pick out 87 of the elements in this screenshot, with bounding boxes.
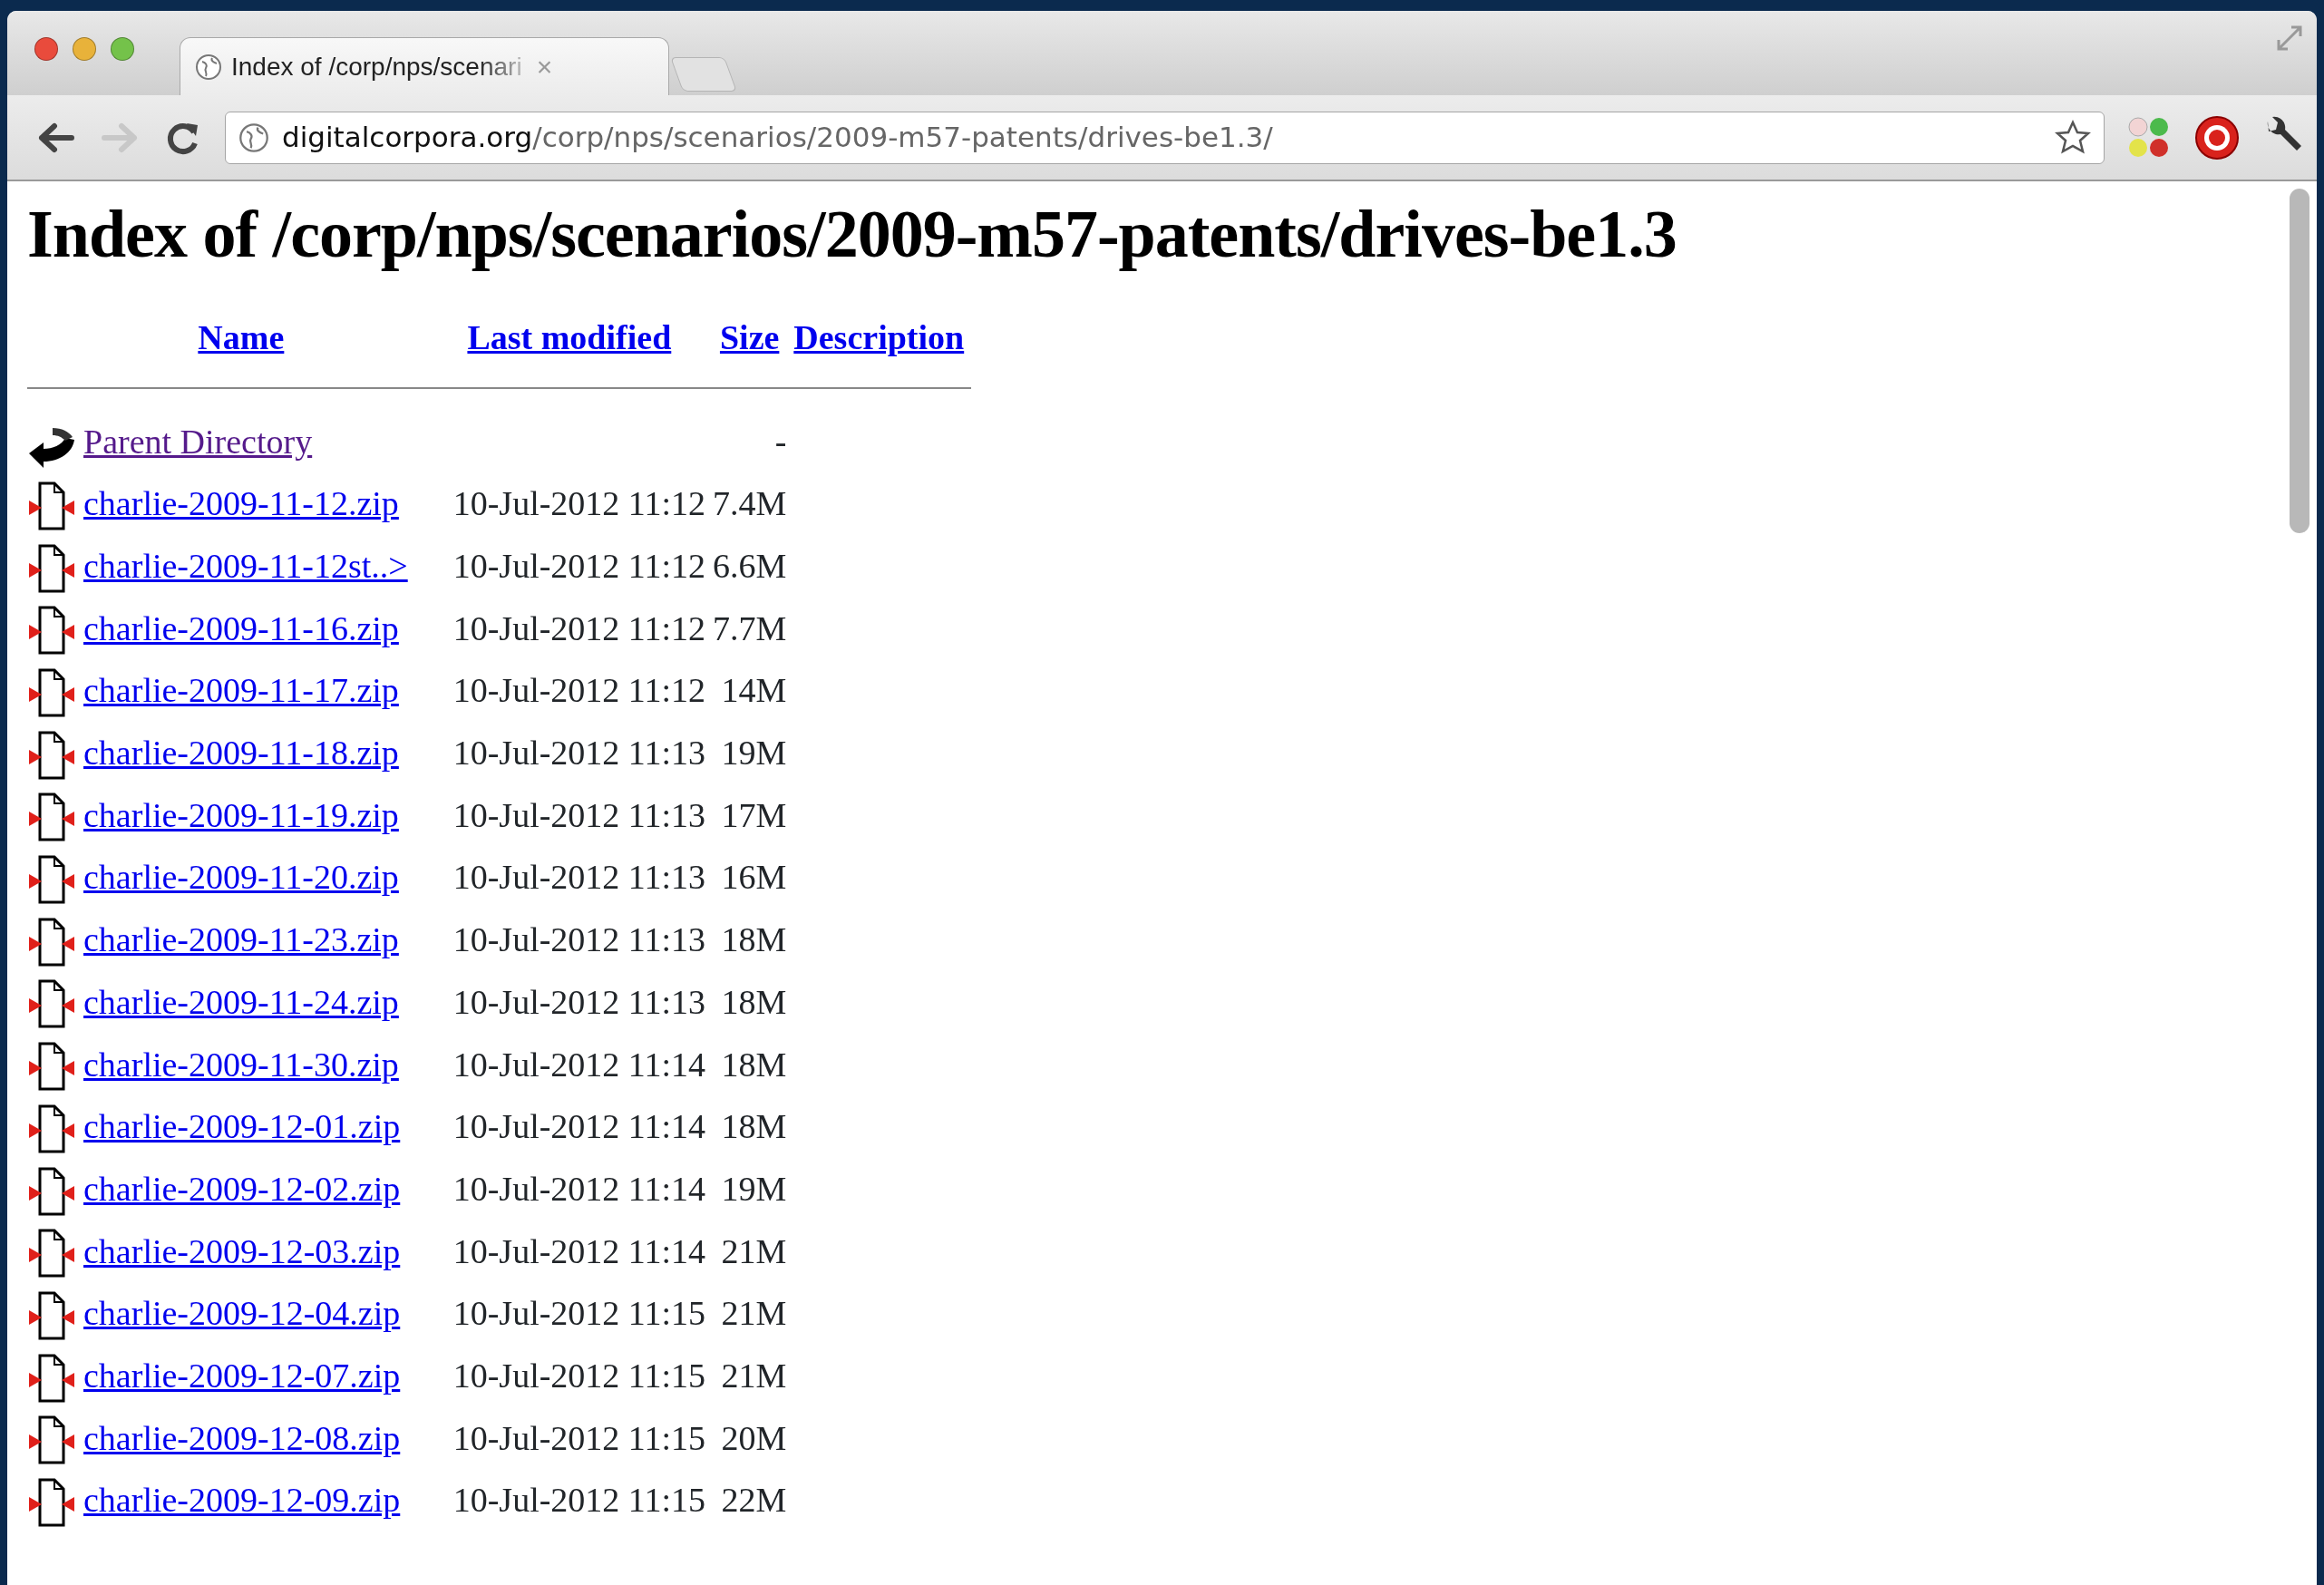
modified-date: 10-Jul-2012 11:15 (452, 1418, 705, 1457)
file-link[interactable]: charlie-2009-11-20.zip (83, 858, 399, 897)
modified-date: 10-Jul-2012 11:12 (452, 671, 705, 710)
compressed-file-icon (27, 1415, 76, 1466)
column-header-link[interactable]: Last modified (467, 318, 672, 357)
file-link[interactable]: charlie-2009-12-02.zip (83, 1169, 401, 1208)
compressed-file-icon (27, 729, 76, 781)
file-size: 18M (721, 1045, 787, 1084)
modified-date: 10-Jul-2012 11:15 (452, 1481, 705, 1520)
file-size: 20M (721, 1418, 787, 1457)
modified-date: 10-Jul-2012 11:12 (452, 608, 705, 647)
modified-date: 10-Jul-2012 11:12 (452, 484, 705, 523)
column-header-link[interactable]: Description (793, 318, 965, 357)
compressed-file-icon (27, 1289, 76, 1341)
modified-date: 10-Jul-2012 11:14 (452, 1107, 705, 1146)
globe-icon (195, 53, 222, 81)
column-header-link[interactable]: Size (719, 318, 780, 357)
file-link[interactable]: charlie-2009-11-30.zip (83, 1045, 399, 1084)
column-header-link[interactable]: Name (198, 318, 285, 357)
modified-date: 10-Jul-2012 11:13 (452, 858, 705, 897)
compressed-file-icon (27, 916, 76, 968)
file-link[interactable]: charlie-2009-11-16.zip (83, 608, 399, 647)
tab-title: Index of /corp/nps/scenari (231, 51, 522, 83)
file-size: 18M (721, 982, 787, 1021)
file-size: 19M (721, 734, 787, 773)
file-size: 21M (721, 1356, 787, 1395)
modified-date: 10-Jul-2012 11:12 (452, 547, 705, 585)
modified-date: 10-Jul-2012 11:14 (452, 1045, 705, 1084)
file-link[interactable]: charlie-2009-11-24.zip (83, 982, 399, 1021)
globe-icon (238, 122, 269, 153)
file-link[interactable]: charlie-2009-11-12st..> (83, 547, 408, 585)
file-link[interactable]: charlie-2009-11-17.zip (83, 671, 399, 710)
file-size: 17M (721, 795, 787, 834)
file-size: 7.4M (713, 484, 787, 523)
modified-date: 10-Jul-2012 11:13 (452, 734, 705, 773)
file-link[interactable]: charlie-2009-12-04.zip (83, 1294, 401, 1333)
file-size: 21M (721, 1294, 787, 1333)
file-size: 18M (721, 920, 787, 959)
file-link[interactable]: charlie-2009-12-01.zip (83, 1107, 401, 1146)
modified-date: 10-Jul-2012 11:14 (452, 1169, 705, 1208)
fullscreen-icon[interactable] (2275, 24, 2304, 53)
modified-date: 10-Jul-2012 11:14 (452, 1231, 705, 1270)
file-size: 16M (721, 858, 787, 897)
file-size: 18M (721, 1107, 787, 1146)
close-window-button[interactable] (34, 36, 58, 61)
modified-date: 10-Jul-2012 11:13 (452, 982, 705, 1021)
compressed-file-icon (27, 1228, 76, 1279)
file-link[interactable]: charlie-2009-12-08.zip (83, 1418, 401, 1457)
modified-date: 10-Jul-2012 11:13 (452, 920, 705, 959)
file-size: 14M (721, 671, 787, 710)
compressed-file-icon (27, 854, 76, 906)
file-size: 21M (721, 1231, 787, 1270)
compressed-file-icon (27, 605, 76, 656)
browser-tab[interactable]: Index of /corp/nps/scenari × (180, 37, 669, 95)
compressed-file-icon (27, 1041, 76, 1093)
modified-date: 10-Jul-2012 11:13 (452, 795, 705, 834)
compressed-file-icon (27, 792, 76, 843)
compressed-file-icon (27, 1103, 76, 1154)
file-size: 19M (721, 1169, 787, 1208)
scrollbar-thumb[interactable] (2290, 189, 2309, 533)
file-size: - (774, 422, 787, 461)
file-link[interactable]: charlie-2009-11-23.zip (83, 920, 399, 959)
file-size: 7.7M (713, 608, 787, 647)
minimize-window-button[interactable] (73, 36, 96, 61)
file-size: 22M (721, 1481, 787, 1520)
compressed-file-icon (27, 667, 76, 719)
url-text: digitalcorpora.org/corp/nps/scenarios/2009-m57-patents/drives-be1.3/ (282, 120, 1273, 156)
compressed-file-icon (27, 1352, 76, 1404)
file-link[interactable]: charlie-2009-12-09.zip (83, 1481, 401, 1520)
address-bar[interactable]: digitalcorpora.org/corp/nps/scenarios/2009-m57-patents/drives-be1.3/ (225, 111, 2105, 164)
file-link[interactable]: charlie-2009-11-18.zip (83, 734, 399, 773)
file-size: 6.6M (713, 547, 787, 585)
zoom-window-button[interactable] (111, 36, 134, 61)
compressed-file-icon (27, 542, 76, 594)
compressed-file-icon (27, 1165, 76, 1217)
file-link[interactable]: charlie-2009-12-03.zip (83, 1231, 401, 1270)
file-link[interactable]: charlie-2009-11-12.zip (83, 484, 399, 523)
bookmark-star-icon[interactable] (2055, 119, 2091, 156)
page-heading: Index of /corp/nps/scenarios/2009-m57-patents/drives-be1.3 (27, 196, 1677, 273)
modified-date: 10-Jul-2012 11:15 (452, 1294, 705, 1333)
file-link[interactable]: charlie-2009-12-07.zip (83, 1356, 401, 1395)
file-link[interactable]: Parent Directory (83, 422, 313, 461)
compressed-file-icon (27, 978, 76, 1030)
file-link[interactable]: charlie-2009-11-19.zip (83, 795, 399, 834)
compressed-file-icon (27, 480, 76, 531)
compressed-file-icon (27, 1476, 76, 1528)
modified-date: 10-Jul-2012 11:15 (452, 1356, 705, 1395)
